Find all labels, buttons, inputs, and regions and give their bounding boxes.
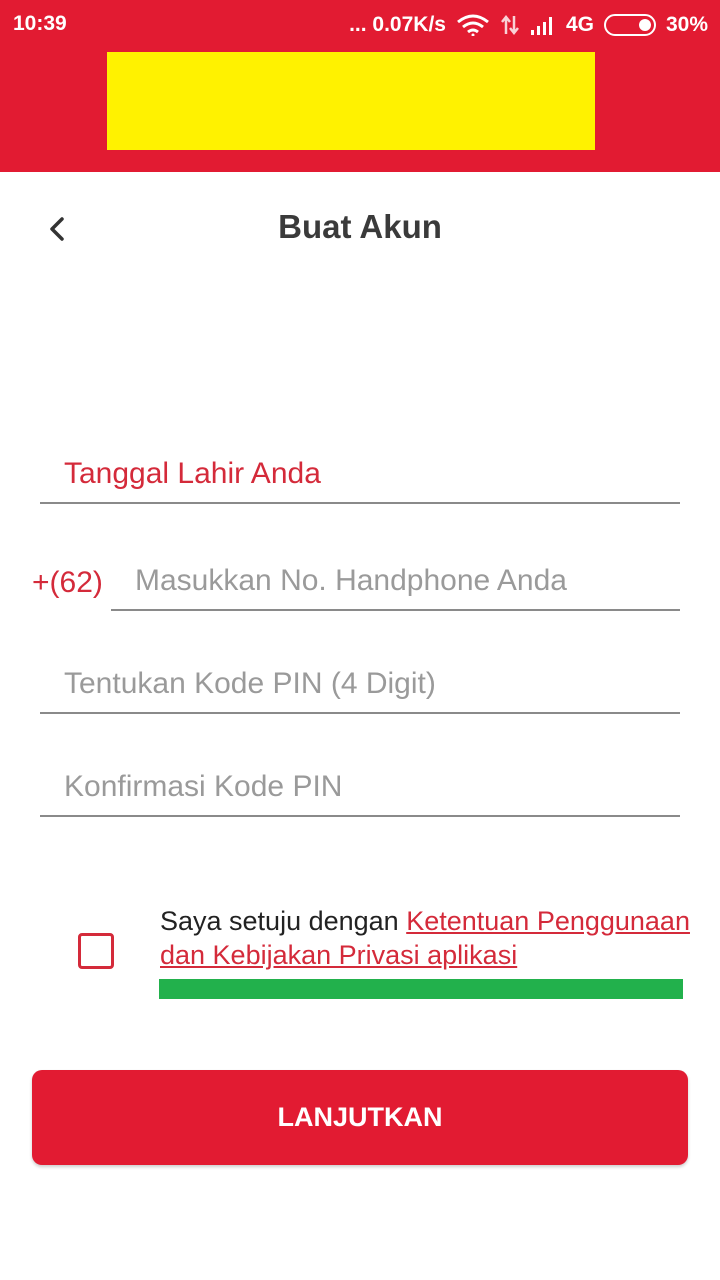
data-arrows-icon: [500, 14, 519, 36]
pin-field[interactable]: [40, 650, 680, 714]
phone-field[interactable]: [111, 547, 720, 611]
pin-confirm-input[interactable]: [64, 765, 664, 809]
network-type: 4G: [565, 13, 594, 36]
pin-input[interactable]: [64, 662, 664, 706]
dob-field[interactable]: [40, 440, 680, 504]
page-title: Buat Akun: [278, 208, 442, 245]
status-time: 10:39: [13, 12, 67, 35]
continue-button[interactable]: LANJUTKAN: [32, 1070, 688, 1165]
agreement-prefix: Saya setuju dengan: [160, 906, 407, 936]
dob-input[interactable]: [64, 452, 664, 496]
battery-level: 30%: [665, 13, 708, 36]
signal-icon: [530, 17, 552, 35]
status-bar: 10:39 ... 0.07K/s 4G 30%: [0, 0, 720, 50]
banner: [107, 52, 595, 150]
header-band: [0, 50, 720, 172]
agreement-text: Saya setuju dengan Ketentuan Penggunaan …: [160, 904, 690, 972]
highlight-bar: [159, 979, 683, 999]
status-right: ... 0.07K/s 4G 30%: [339, 12, 708, 38]
phone-input[interactable]: [135, 559, 720, 603]
battery-icon: [603, 14, 656, 36]
wifi-icon: [457, 14, 489, 36]
agreement-checkbox[interactable]: [78, 933, 114, 969]
pin-confirm-field[interactable]: [40, 753, 680, 817]
phone-prefix: +(62): [32, 566, 103, 599]
network-speed: ... 0.07K/s: [349, 13, 446, 36]
